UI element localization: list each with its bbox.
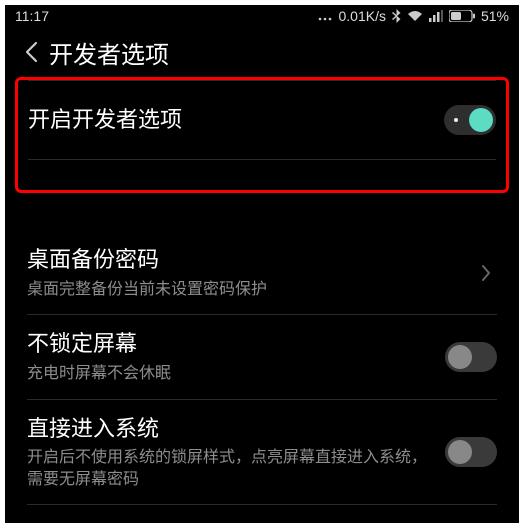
row-subtitle: 开启后不使用系统的锁屏样式，点亮屏幕直接进入系统，需要无屏幕密码 <box>27 447 433 490</box>
row-desktop-backup-password[interactable]: 桌面备份密码 桌面完整备份当前未设置密码保护 <box>27 231 497 315</box>
more-icon <box>318 11 332 21</box>
network-speed: 0.01K/s <box>338 8 385 24</box>
settings-list: 桌面备份密码 桌面完整备份当前未设置密码保护 不锁定屏幕 充电时屏幕不会休眠 直… <box>27 231 497 505</box>
toggle-direct-system-entry[interactable] <box>445 437 497 467</box>
row-enable-developer-options[interactable]: 开启开发者选项 <box>28 81 496 159</box>
row-stay-awake[interactable]: 不锁定屏幕 充电时屏幕不会休眠 <box>27 315 497 399</box>
wifi-icon <box>407 10 423 22</box>
row-title: 开启开发者选项 <box>28 105 432 135</box>
row-direct-system-entry[interactable]: 直接进入系统 开启后不使用系统的锁屏样式，点亮屏幕直接进入系统，需要无屏幕密码 <box>27 400 497 506</box>
screen: 11:17 0.01K/s 51% 开发者选项 <box>5 5 519 523</box>
battery-text: 51% <box>481 8 509 24</box>
back-button[interactable] <box>13 34 49 70</box>
row-title: 桌面备份密码 <box>27 245 465 275</box>
status-bar: 11:17 0.01K/s 51% <box>5 5 519 27</box>
row-subtitle: 充电时屏幕不会休眠 <box>27 363 433 385</box>
status-right: 0.01K/s 51% <box>318 8 509 24</box>
highlight-box: 开启开发者选项 <box>15 77 509 193</box>
chevron-right-icon <box>475 264 497 282</box>
toggle-enable-developer-options[interactable] <box>444 105 496 135</box>
row-title: 不锁定屏幕 <box>27 329 433 359</box>
battery-icon <box>449 10 475 22</box>
bluetooth-icon <box>392 9 401 23</box>
row-subtitle: 桌面完整备份当前未设置密码保护 <box>27 279 465 301</box>
signal-icon <box>429 10 443 22</box>
page-title: 开发者选项 <box>49 35 169 70</box>
header: 开发者选项 <box>5 27 519 77</box>
clock: 11:17 <box>15 8 49 24</box>
row-title: 直接进入系统 <box>27 414 433 444</box>
toggle-stay-awake[interactable] <box>445 342 497 372</box>
